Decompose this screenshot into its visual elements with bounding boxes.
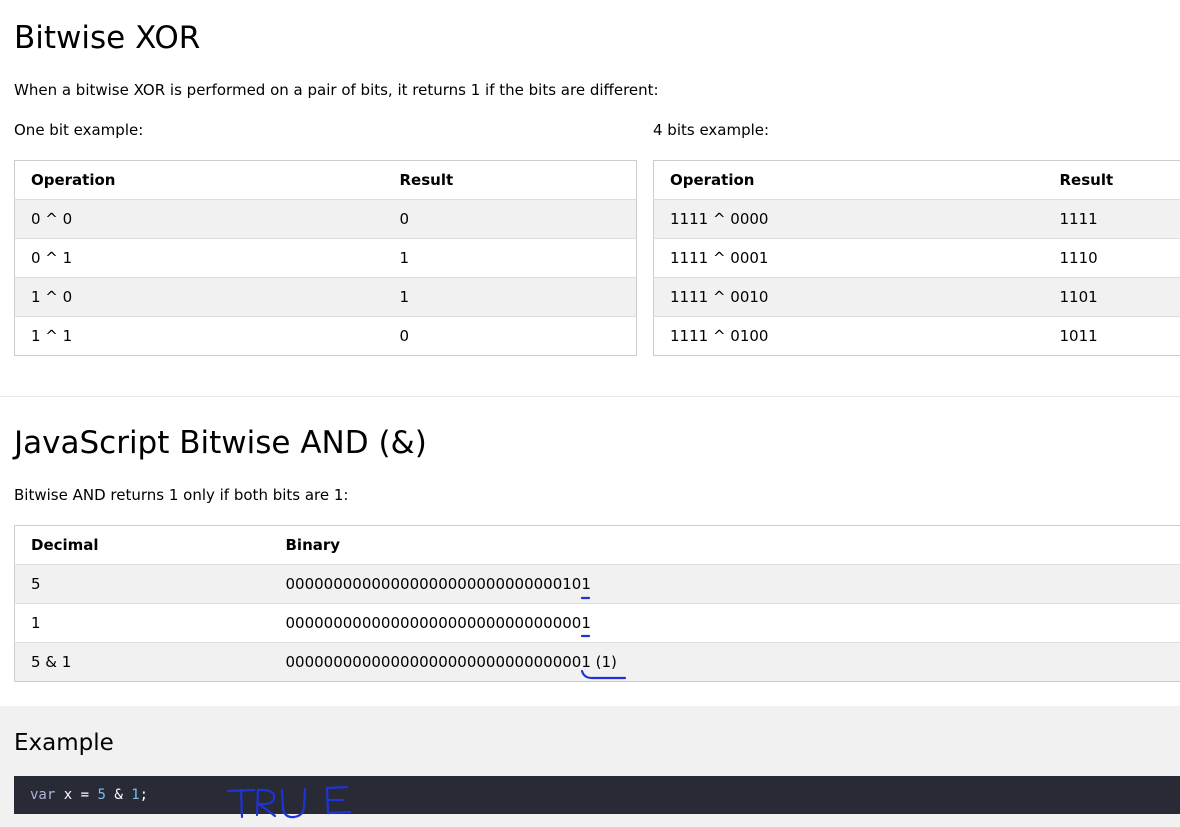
- binary-cell: 00000000000000000000000000000101: [285, 575, 591, 593]
- result-cell: 1101: [1059, 288, 1098, 306]
- table-row: 1111 ^ 0010 1101: [653, 277, 1180, 317]
- decimal-cell: 5 & 1: [31, 653, 72, 671]
- and-heading: JavaScript Bitwise AND (&): [14, 425, 427, 461]
- result-cell: 1110: [1059, 249, 1098, 267]
- example-heading: Example: [14, 730, 114, 756]
- table-header-row: Operation Result: [653, 161, 1180, 200]
- header-result: Result: [399, 171, 454, 189]
- ink-letter-t: [226, 788, 256, 819]
- operation-cell: 1111 ^ 0000: [670, 210, 769, 228]
- table-row: 1111 ^ 0000 1111: [653, 199, 1180, 239]
- header-result: Result: [1059, 171, 1114, 189]
- header-operation: Operation: [670, 171, 755, 189]
- table-row: 1 ^ 0 1: [14, 277, 637, 317]
- operation-cell: 0 ^ 1: [31, 249, 73, 267]
- operation-cell: 1111 ^ 0100: [670, 327, 769, 345]
- table-row: 0 ^ 0 0: [14, 199, 637, 239]
- result-cell: 1: [399, 249, 410, 267]
- result-cell: 1011: [1059, 327, 1098, 345]
- operation-cell: 0 ^ 0: [31, 210, 73, 228]
- one-bit-caption: One bit example:: [14, 121, 144, 139]
- decimal-cell: 1: [31, 614, 41, 632]
- result-cell: 1: [399, 288, 410, 306]
- code-number: 5: [97, 787, 106, 803]
- four-bit-xor-table: Operation Result 1111 ^ 0000 1111 1111 ^…: [653, 160, 1180, 356]
- table-row: 0 ^ 1 1: [14, 239, 637, 278]
- table-row: 1111 ^ 0100 1011: [654, 317, 1180, 356]
- binary-cell: 00000000000000000000000000000001 (1): [285, 653, 617, 671]
- binary-cell: 00000000000000000000000000000001: [285, 614, 591, 632]
- table-row: 1 ^ 1 0: [15, 317, 637, 356]
- decimal-cell: 5: [31, 575, 41, 593]
- result-cell: 0: [399, 327, 410, 345]
- section-divider: [0, 396, 1180, 397]
- underline-mark-row3: [580, 669, 627, 680]
- code-number: 1: [131, 787, 140, 803]
- header-decimal: Decimal: [31, 536, 99, 554]
- table-row: 1111 ^ 0001 1110: [653, 239, 1180, 278]
- xor-intro: When a bitwise XOR is performed on a pai…: [14, 81, 659, 99]
- result-cell: 0: [399, 210, 410, 228]
- header-binary: Binary: [285, 536, 341, 554]
- ink-letter-r: [255, 788, 277, 818]
- operation-cell: 1 ^ 0: [31, 288, 73, 306]
- operation-cell: 1111 ^ 0001: [670, 249, 769, 267]
- table-header-row: Operation Result: [14, 161, 637, 200]
- table-header-row: Decimal Binary: [14, 526, 1180, 565]
- code-operator: &: [105, 787, 132, 803]
- one-bit-xor-table: Operation Result 0 ^ 0 0 0 ^ 1 1 1 ^ 0 1…: [14, 160, 637, 356]
- handwritten-underline-marks: [580, 596, 627, 680]
- code-identifier: x =: [55, 787, 98, 803]
- ink-letter-u: [280, 787, 307, 819]
- operation-cell: 1 ^ 1: [31, 327, 73, 345]
- and-intro: Bitwise AND returns 1 only if both bits …: [14, 486, 349, 504]
- operation-cell: 1111 ^ 0010: [670, 288, 769, 306]
- four-bit-caption: 4 bits example:: [653, 121, 770, 139]
- xor-heading: Bitwise XOR: [14, 20, 201, 56]
- handwritten-true-annotation: [226, 785, 352, 819]
- code-semicolon: ;: [139, 787, 149, 803]
- ink-letter-e: [325, 785, 352, 815]
- header-operation: Operation: [31, 171, 116, 189]
- result-cell: 1111: [1059, 210, 1098, 228]
- example-code-block[interactable]: var x = 5 & 1;: [14, 776, 1180, 814]
- code-keyword: var: [30, 787, 56, 803]
